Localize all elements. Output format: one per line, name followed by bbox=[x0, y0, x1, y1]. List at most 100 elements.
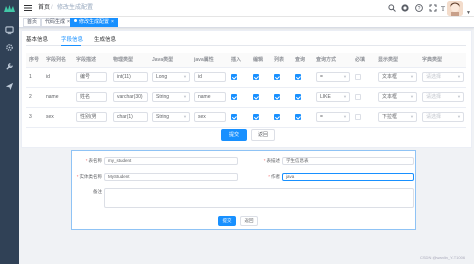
required-checkbox[interactable] bbox=[355, 73, 361, 80]
form-submit-button[interactable]: 提交 bbox=[218, 216, 236, 226]
tab-basic-info[interactable]: 基本信息 bbox=[26, 36, 48, 44]
gen-form-panel: *表名称 my_student *表描述 学生信息表 *实体类名称 MyStud… bbox=[71, 150, 416, 230]
query-type-select-value: = bbox=[320, 74, 323, 80]
column-name: sex bbox=[43, 107, 73, 128]
table-cell: 请选择 ▼ bbox=[419, 67, 466, 88]
insert-checkbox[interactable] bbox=[231, 73, 237, 80]
col-header: 插入 bbox=[228, 53, 250, 68]
physical-type-input[interactable]: char(1) bbox=[113, 112, 148, 122]
query-type-select[interactable]: = ▼ bbox=[316, 72, 350, 82]
row-index: 2 bbox=[26, 87, 43, 108]
edit-checkbox[interactable] bbox=[253, 113, 259, 120]
dict-type-select[interactable]: 请选择 ▼ bbox=[422, 72, 464, 82]
column-name: id bbox=[43, 67, 73, 88]
github-icon[interactable] bbox=[401, 4, 409, 12]
field-desc-input[interactable]: 姓名 bbox=[76, 92, 107, 102]
avatar[interactable] bbox=[447, 1, 463, 16]
navbar: 首页 / 修改生成配置 ? T ▼ bbox=[19, 0, 474, 17]
submit-button[interactable]: 提交 bbox=[221, 129, 247, 141]
search-icon[interactable] bbox=[388, 4, 396, 12]
author-input[interactable]: java bbox=[282, 173, 414, 181]
java-type-select[interactable]: Long ▼ bbox=[152, 72, 190, 82]
fullscreen-icon[interactable] bbox=[429, 4, 437, 12]
field-desc-input-value: 姓名 bbox=[80, 94, 91, 100]
physical-type-input[interactable]: varchar(30) bbox=[113, 92, 148, 102]
back-button[interactable]: 返回 bbox=[251, 129, 275, 141]
dict-type-select-value: 请选择 bbox=[426, 94, 442, 100]
query-checkbox[interactable] bbox=[295, 113, 301, 120]
tag-gen[interactable]: 代码生成 × bbox=[41, 18, 74, 27]
html-type-select[interactable]: 文本框 ▼ bbox=[378, 92, 417, 102]
col-header: 字典类型 bbox=[419, 53, 466, 68]
table-cell: 下拉框 ▼ bbox=[375, 107, 419, 128]
table-row: 2 name 姓名 varchar(30) String ▼ name LIKE ▼ 文本框 ▼ 请选… bbox=[26, 87, 466, 108]
tag-home[interactable]: 首页 bbox=[23, 18, 42, 27]
hamburger-icon[interactable] bbox=[24, 4, 32, 12]
dict-type-select[interactable]: 请选择 ▼ bbox=[422, 112, 464, 122]
edit-checkbox[interactable] bbox=[253, 93, 259, 100]
tab-field-info[interactable]: 字段信息 bbox=[61, 36, 83, 44]
svg-text:?: ? bbox=[418, 6, 421, 12]
tabs: 基本信息 字段信息 生成信息 bbox=[26, 35, 466, 46]
query-type-select[interactable]: LIKE ▼ bbox=[316, 92, 350, 102]
dict-type-select-value: 请选择 bbox=[426, 114, 442, 120]
list-checkbox[interactable] bbox=[274, 113, 280, 120]
breadcrumb-home[interactable]: 首页 bbox=[38, 4, 50, 12]
monitor-icon[interactable] bbox=[5, 82, 14, 91]
field-desc-input[interactable]: 编号 bbox=[76, 72, 107, 82]
table-name-input[interactable]: my_student bbox=[104, 157, 238, 165]
java-type-select[interactable]: String ▼ bbox=[152, 112, 190, 122]
java-field-input[interactable]: id bbox=[194, 72, 226, 82]
col-header: 物理类型 bbox=[110, 53, 149, 68]
caret-down-icon[interactable]: ▼ bbox=[466, 10, 471, 16]
field-desc-input[interactable]: 性别(男 bbox=[76, 112, 107, 122]
physical-type-input[interactable]: int(11) bbox=[113, 72, 148, 82]
remark-textarea[interactable] bbox=[104, 188, 414, 208]
edit-checkbox[interactable] bbox=[253, 73, 259, 80]
table-cell bbox=[271, 67, 292, 88]
insert-checkbox[interactable] bbox=[231, 113, 237, 120]
logo-icon bbox=[4, 5, 15, 12]
form-back-button[interactable]: 返回 bbox=[240, 216, 258, 226]
chevron-down-icon: ▼ bbox=[410, 114, 414, 119]
chevron-down-icon: ▼ bbox=[343, 94, 347, 99]
query-type-select[interactable]: = ▼ bbox=[316, 112, 350, 122]
col-header: 编辑 bbox=[250, 53, 271, 68]
list-checkbox[interactable] bbox=[274, 73, 280, 80]
list-checkbox[interactable] bbox=[274, 93, 280, 100]
java-type-select-value: String bbox=[156, 114, 170, 120]
java-field-input[interactable]: name bbox=[194, 92, 226, 102]
java-type-select[interactable]: String ▼ bbox=[152, 92, 190, 102]
table-cell: 姓名 bbox=[73, 87, 110, 108]
chevron-down-icon: ▼ bbox=[183, 114, 187, 119]
insert-checkbox[interactable] bbox=[231, 93, 237, 100]
field-desc-input-value: 性别(男 bbox=[80, 114, 97, 120]
html-type-select-value: 下拉框 bbox=[382, 114, 398, 120]
close-icon[interactable]: × bbox=[111, 19, 114, 25]
remark-label: 备注 bbox=[93, 189, 102, 194]
required-checkbox[interactable] bbox=[355, 113, 361, 120]
html-type-select[interactable]: 文本框 ▼ bbox=[378, 72, 417, 82]
system-icon[interactable] bbox=[5, 26, 14, 35]
java-field-input[interactable]: sex bbox=[194, 112, 226, 122]
table-cell bbox=[292, 87, 313, 108]
query-checkbox[interactable] bbox=[295, 73, 301, 80]
tag-edit-config[interactable]: 修改生成配置 × bbox=[70, 18, 118, 27]
help-icon[interactable]: ? bbox=[415, 4, 423, 12]
tab-gen-info[interactable]: 生成信息 bbox=[94, 36, 116, 44]
required-checkbox[interactable] bbox=[355, 93, 361, 100]
font-size-icon[interactable]: T bbox=[439, 4, 447, 12]
chevron-down-icon: ▼ bbox=[183, 74, 187, 79]
table-cell: Long ▼ bbox=[149, 67, 191, 88]
tool-icon[interactable] bbox=[5, 62, 14, 71]
chevron-down-icon: ▼ bbox=[457, 74, 461, 79]
table-cell: String ▼ bbox=[149, 107, 191, 128]
col-header: 字段列名 bbox=[43, 53, 73, 68]
table-desc-input[interactable]: 学生信息表 bbox=[282, 157, 414, 165]
table-cell: 文本框 ▼ bbox=[375, 87, 419, 108]
html-type-select[interactable]: 下拉框 ▼ bbox=[378, 112, 417, 122]
dict-type-select[interactable]: 请选择 ▼ bbox=[422, 92, 464, 102]
query-checkbox[interactable] bbox=[295, 93, 301, 100]
entity-input[interactable]: MyStudent bbox=[104, 173, 238, 181]
gear-icon[interactable] bbox=[5, 43, 14, 52]
